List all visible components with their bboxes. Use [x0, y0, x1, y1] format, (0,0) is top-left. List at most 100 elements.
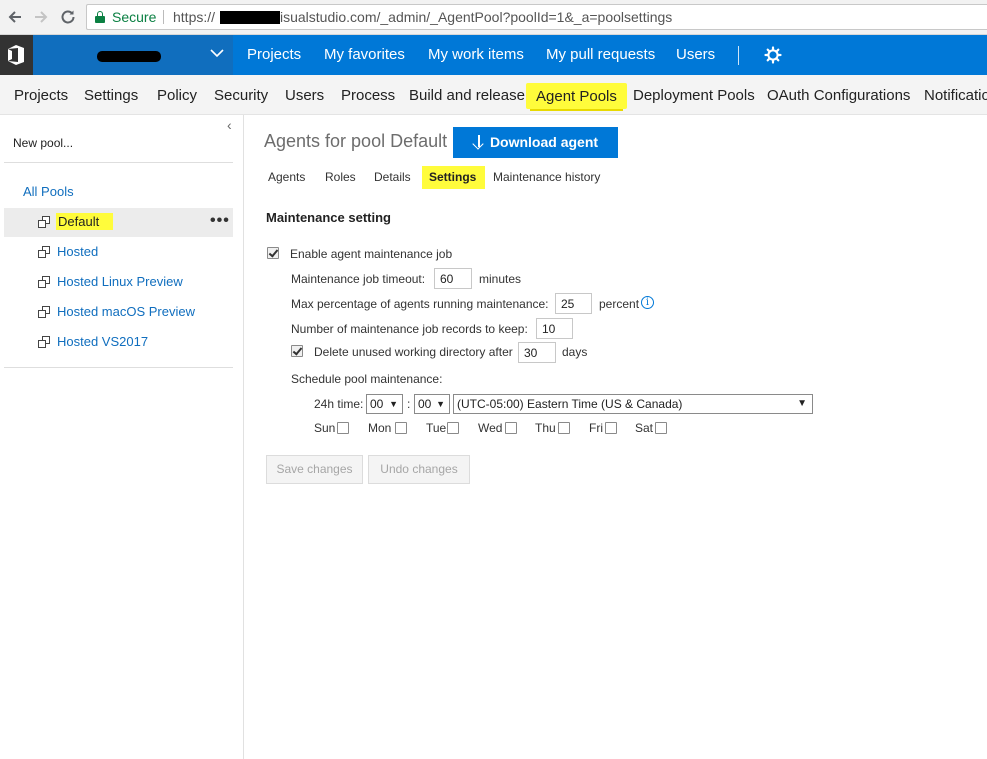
pane-divider	[4, 367, 233, 368]
download-agent-button[interactable]: Download agent	[453, 127, 618, 158]
url-scheme: https://	[173, 9, 216, 25]
timeout-input[interactable]	[434, 268, 472, 289]
tab-projects[interactable]: Projects	[14, 75, 68, 115]
enable-maintenance-checkbox[interactable]	[267, 247, 279, 259]
account-switcher[interactable]	[33, 35, 233, 75]
tab-details[interactable]: Details	[374, 170, 411, 184]
pool-label: Hosted VS2017	[57, 334, 149, 349]
tab-build-and-release[interactable]: Build and release	[409, 75, 525, 115]
download-agent-label: Download agent	[489, 134, 599, 150]
hour-select[interactable]: 00 ▼	[366, 394, 403, 414]
vsts-logo-icon	[8, 45, 24, 65]
records-label: Number of maintenance job records to kee…	[291, 322, 528, 336]
day-checkbox-sun[interactable]	[337, 422, 349, 434]
reload-button[interactable]	[57, 6, 79, 28]
download-icon	[473, 135, 485, 149]
day-label-sat: Sat	[635, 421, 654, 435]
minute-value: 00	[418, 397, 432, 411]
day-label-tue: Tue	[426, 421, 447, 435]
vsts-logo[interactable]	[0, 35, 33, 75]
browser-toolbar: Secure https:// isualstudio.com/_admin/_…	[0, 0, 987, 35]
dropdown-arrow-icon: ▼	[436, 399, 445, 409]
tab-agent-pools[interactable]: Agent Pools	[526, 83, 627, 111]
day-label-wed: Wed	[478, 421, 503, 435]
day-checkbox-wed[interactable]	[505, 422, 517, 434]
hub-projects[interactable]: Projects	[247, 35, 301, 75]
all-pools-link[interactable]: All Pools	[23, 184, 74, 199]
url-redaction	[220, 11, 280, 24]
pool-item-hosted-linux-preview[interactable]: Hosted Linux Preview	[4, 268, 233, 297]
tab-security[interactable]: Security	[214, 75, 268, 115]
pool-icon	[37, 216, 50, 228]
tab-policy[interactable]: Policy	[157, 75, 197, 115]
url-path: isualstudio.com/_admin/_AgentPool?poolId…	[280, 9, 673, 25]
day-checkbox-fri[interactable]	[605, 422, 617, 434]
records-input[interactable]	[536, 318, 573, 339]
day-label-thu: Thu	[535, 421, 556, 435]
tab-users[interactable]: Users	[285, 75, 324, 115]
page-title: Agents for pool Default	[264, 131, 448, 151]
pool-label: Default	[56, 213, 114, 230]
max-percentage-unit: percent	[599, 297, 640, 311]
pane-divider	[4, 162, 233, 163]
day-label-mon: Mon	[368, 421, 392, 435]
more-actions-icon[interactable]: •••	[210, 212, 230, 230]
hub-users[interactable]: Users	[676, 35, 715, 75]
day-checkbox-mon[interactable]	[395, 422, 407, 434]
pool-item-hosted-macos-preview[interactable]: Hosted macOS Preview	[4, 298, 233, 327]
timeout-label: Maintenance job timeout:	[291, 272, 426, 286]
tab-deployment-pools[interactable]: Deployment Pools	[633, 75, 755, 115]
back-button[interactable]	[4, 6, 26, 28]
info-icon[interactable]: i	[641, 296, 654, 309]
tab-agents[interactable]: Agents	[268, 170, 305, 184]
collapse-pane-icon[interactable]: ‹	[227, 117, 232, 133]
delete-working-directory-checkbox[interactable]	[291, 345, 303, 357]
max-percentage-label: Max percentage of agents running mainten…	[291, 297, 549, 311]
timezone-select[interactable]: (UTC-05:00) Eastern Time (US & Canada) ▼	[453, 394, 813, 414]
omnibox-separator	[163, 10, 164, 24]
hub-my-work-items[interactable]: My work items	[428, 35, 524, 75]
pool-icon	[37, 276, 50, 288]
delete-days-input[interactable]	[518, 342, 556, 363]
pool-item-default[interactable]: Default •••	[4, 208, 233, 237]
pool-label: Hosted macOS Preview	[57, 304, 195, 319]
tab-roles[interactable]: Roles	[325, 170, 356, 184]
hub-my-favorites[interactable]: My favorites	[324, 35, 405, 75]
max-percentage-input[interactable]	[555, 293, 592, 314]
day-checkbox-thu[interactable]	[558, 422, 570, 434]
forward-arrow-icon	[35, 11, 48, 23]
day-checkbox-tue[interactable]	[447, 422, 459, 434]
tab-process[interactable]: Process	[341, 75, 395, 115]
pool-label: Hosted Linux Preview	[57, 274, 183, 289]
save-changes-button[interactable]: Save changes	[266, 455, 363, 484]
day-checkbox-sat[interactable]	[655, 422, 667, 434]
gear-icon[interactable]	[763, 45, 783, 65]
top-header: Projects My favorites My work items My p…	[0, 35, 987, 75]
tab-settings[interactable]: Settings	[84, 75, 138, 115]
header-separator	[738, 46, 739, 65]
admin-tabs: Projects Settings Policy Security Users …	[0, 75, 987, 115]
tab-pool-settings[interactable]: Settings	[422, 166, 486, 189]
pools-pane: ‹ New pool... All Pools Default ••• Host…	[0, 115, 244, 759]
hub-my-pull-requests[interactable]: My pull requests	[546, 35, 655, 75]
pool-item-hosted-vs2017[interactable]: Hosted VS2017	[4, 328, 233, 357]
minute-select[interactable]: 00 ▼	[414, 394, 450, 414]
dropdown-arrow-icon: ▼	[389, 399, 398, 409]
reload-icon	[61, 10, 75, 24]
account-name-redaction	[97, 51, 161, 62]
undo-changes-button[interactable]: Undo changes	[368, 455, 470, 484]
forward-button[interactable]	[30, 6, 52, 28]
pool-icon	[37, 246, 50, 258]
pool-icon	[37, 306, 50, 318]
timezone-value: (UTC-05:00) Eastern Time (US & Canada)	[457, 397, 683, 411]
tab-notifications[interactable]: Notifications	[924, 75, 987, 115]
day-label-sun: Sun	[314, 421, 336, 435]
new-pool-link[interactable]: New pool...	[13, 136, 73, 150]
pool-item-hosted[interactable]: Hosted	[4, 238, 233, 267]
tab-oauth-configurations[interactable]: OAuth Configurations	[767, 75, 910, 115]
timeout-unit: minutes	[479, 272, 522, 286]
delete-days-unit: days	[562, 345, 588, 359]
tab-maintenance-history[interactable]: Maintenance history	[493, 170, 600, 184]
pool-label: Hosted	[57, 244, 99, 259]
address-bar[interactable]: Secure https:// isualstudio.com/_admin/_…	[86, 4, 987, 30]
